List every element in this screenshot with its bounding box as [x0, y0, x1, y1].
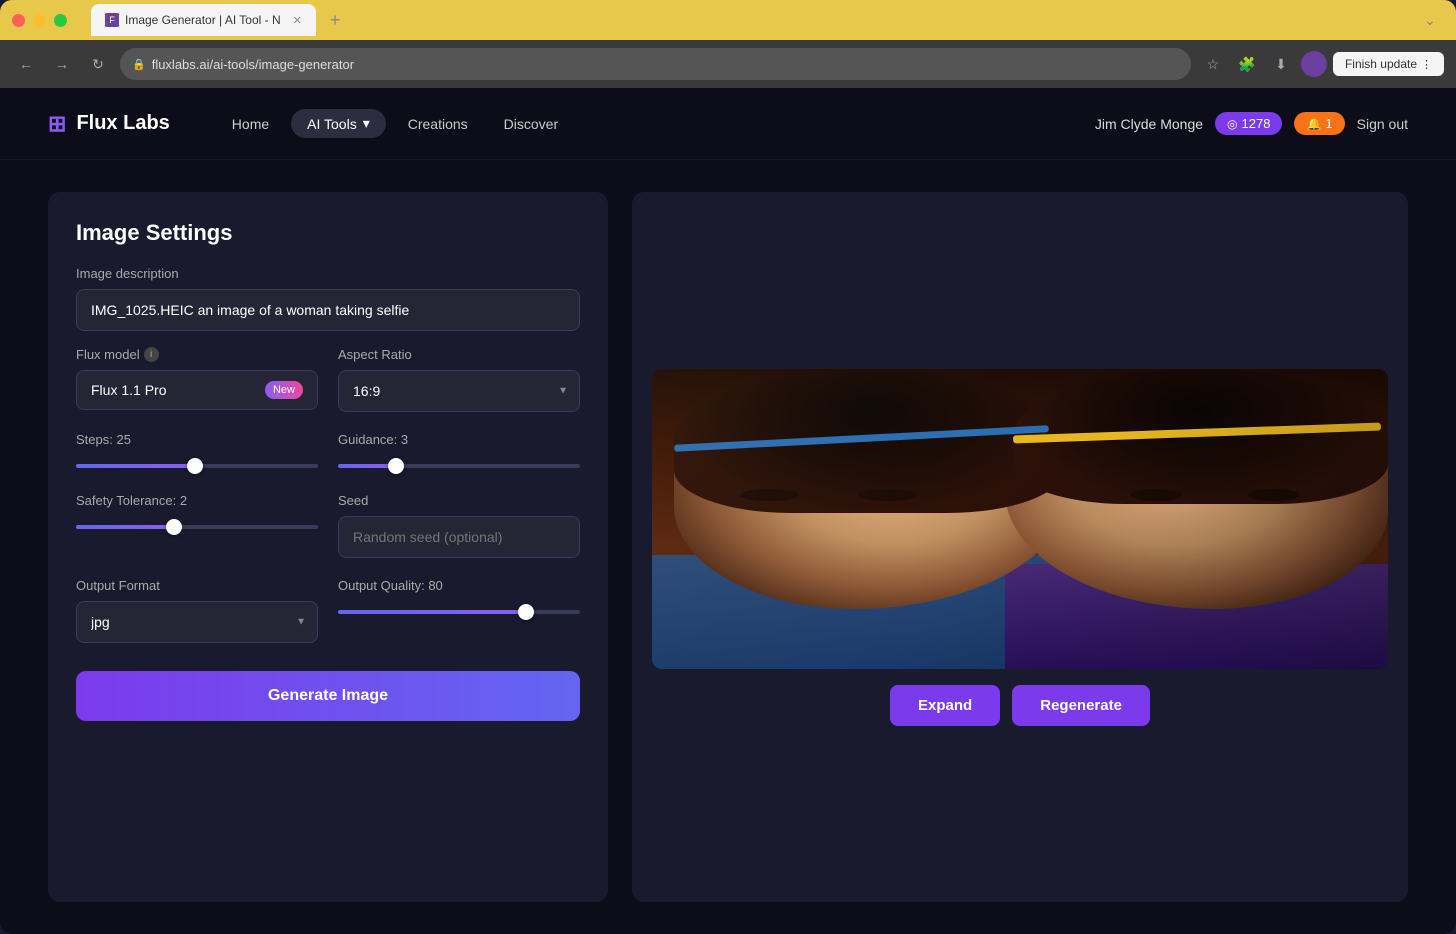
forward-button[interactable]: → — [48, 50, 76, 78]
notifications-badge[interactable]: 🔔 1 — [1294, 112, 1344, 135]
guidance-label: Guidance: 3 — [338, 432, 580, 447]
regenerate-button[interactable]: Regenerate — [1012, 685, 1150, 726]
new-tab-button[interactable]: + — [330, 10, 341, 31]
steps-label: Steps: 25 — [76, 432, 318, 447]
generate-button[interactable]: Generate Image — [76, 671, 580, 721]
logo: ⊞ Flux Labs — [48, 111, 170, 137]
bookmark-button[interactable]: ☆ — [1199, 50, 1227, 78]
profile-avatar[interactable] — [1301, 51, 1327, 77]
flux-model-group: Flux model i Flux 1.1 Pro New — [76, 347, 318, 412]
nav-link-home[interactable]: Home — [218, 110, 283, 138]
address-text: fluxlabs.ai/ai-tools/image-generator — [152, 57, 354, 72]
address-bar[interactable]: 🔒 fluxlabs.ai/ai-tools/image-generator — [120, 48, 1191, 80]
logo-icon: ⊞ — [48, 111, 66, 137]
output-quality-slider[interactable] — [338, 610, 580, 614]
description-group: Image description — [76, 266, 580, 331]
sign-out-link[interactable]: Sign out — [1357, 116, 1408, 132]
ai-tools-chevron-icon: ▾ — [363, 115, 370, 132]
lighting-overlay — [652, 369, 1388, 669]
aspect-ratio-select-wrapper: 16:9 1:1 4:3 9:16 3:2 — [338, 370, 580, 412]
model-ratio-row: Flux model i Flux 1.1 Pro New Aspect Rat… — [76, 347, 580, 412]
seed-group: Seed — [338, 493, 580, 558]
nav-link-discover[interactable]: Discover — [490, 110, 572, 138]
output-format-group: Output Format jpg png webp — [76, 578, 318, 643]
flux-model-select[interactable]: Flux 1.1 Pro New — [76, 370, 318, 410]
seed-label: Seed — [338, 493, 580, 508]
finish-update-button[interactable]: Finish update ⋮ — [1333, 52, 1444, 76]
logo-text: Flux Labs — [76, 112, 169, 135]
image-faces-bg — [652, 369, 1388, 669]
format-quality-row: Output Format jpg png webp Output Qualit… — [76, 578, 580, 643]
info-icon[interactable]: i — [144, 347, 159, 362]
ai-tools-label: AI Tools — [307, 116, 357, 132]
panel-title: Image Settings — [76, 220, 580, 246]
aspect-ratio-group: Aspect Ratio 16:9 1:1 4:3 9:16 3:2 — [338, 347, 580, 412]
guidance-slider[interactable] — [338, 464, 580, 468]
close-traffic-light[interactable] — [12, 14, 25, 27]
safety-label: Safety Tolerance: 2 — [76, 493, 318, 508]
output-quality-group: Output Quality: 80 — [338, 578, 580, 643]
toolbar-actions: ☆ 🧩 ⬇ Finish update ⋮ — [1199, 50, 1444, 78]
new-badge: New — [265, 381, 303, 399]
safety-group: Safety Tolerance: 2 — [76, 493, 318, 558]
nav-right: Jim Clyde Monge ◎ 1278 🔔 1 Sign out — [1095, 112, 1408, 135]
tab-favicon-icon: F — [105, 13, 119, 27]
user-name: Jim Clyde Monge — [1095, 116, 1203, 132]
browser-tab[interactable]: F Image Generator | AI Tool - N ✕ — [91, 4, 316, 36]
safety-seed-row: Safety Tolerance: 2 Seed — [76, 493, 580, 558]
tab-close-icon[interactable]: ✕ — [293, 14, 302, 27]
output-quality-label: Output Quality: 80 — [338, 578, 580, 593]
app-content: ⊞ Flux Labs Home AI Tools ▾ Creations Di… — [0, 88, 1456, 934]
output-format-select[interactable]: jpg png webp — [76, 601, 318, 643]
generated-image — [652, 369, 1388, 669]
tab-title: Image Generator | AI Tool - N — [125, 13, 281, 27]
image-actions: Expand Regenerate — [890, 685, 1150, 726]
lock-icon: 🔒 — [132, 58, 146, 71]
image-panel: Expand Regenerate — [632, 192, 1408, 902]
main-content: Image Settings Image description Flux mo… — [0, 160, 1456, 934]
guidance-group: Guidance: 3 — [338, 432, 580, 473]
flux-model-value: Flux 1.1 Pro — [91, 382, 166, 398]
finish-update-menu-icon: ⋮ — [1421, 58, 1432, 71]
expand-button[interactable]: Expand — [890, 685, 1000, 726]
nav-links: Home AI Tools ▾ Creations Discover — [218, 109, 1095, 138]
back-button[interactable]: ← — [12, 50, 40, 78]
description-input[interactable] — [76, 289, 580, 331]
settings-panel: Image Settings Image description Flux mo… — [48, 192, 608, 902]
steps-guidance-row: Steps: 25 Guidance: 3 — [76, 432, 580, 473]
maximize-traffic-light[interactable] — [54, 14, 67, 27]
safety-slider[interactable] — [76, 525, 318, 529]
flux-model-label: Flux model i — [76, 347, 318, 362]
output-format-select-wrapper: jpg png webp — [76, 601, 318, 643]
credits-badge: ◎ 1278 — [1215, 112, 1282, 135]
finish-update-label: Finish update — [1345, 57, 1417, 71]
steps-group: Steps: 25 — [76, 432, 318, 473]
aspect-ratio-label: Aspect Ratio — [338, 347, 580, 362]
nav-link-creations[interactable]: Creations — [394, 110, 482, 138]
credits-icon: ◎ — [1227, 117, 1237, 131]
notification-count: 1 — [1325, 116, 1332, 131]
extensions-button[interactable]: 🧩 — [1233, 50, 1261, 78]
browser-titlebar: F Image Generator | AI Tool - N ✕ + ⌄ — [0, 0, 1456, 40]
aspect-ratio-select[interactable]: 16:9 1:1 4:3 9:16 3:2 — [338, 370, 580, 412]
notification-icon: 🔔 — [1306, 117, 1321, 131]
output-format-label: Output Format — [76, 578, 318, 593]
minimize-traffic-light[interactable] — [33, 14, 46, 27]
description-label: Image description — [76, 266, 580, 281]
chrome-menu-button[interactable]: ⌄ — [1416, 6, 1444, 34]
browser-toolbar: ← → ↻ 🔒 fluxlabs.ai/ai-tools/image-gener… — [0, 40, 1456, 88]
credits-value: 1278 — [1242, 116, 1271, 131]
steps-slider[interactable] — [76, 464, 318, 468]
download-button[interactable]: ⬇ — [1267, 50, 1295, 78]
seed-input[interactable] — [338, 516, 580, 558]
main-navbar: ⊞ Flux Labs Home AI Tools ▾ Creations Di… — [0, 88, 1456, 160]
reload-button[interactable]: ↻ — [84, 50, 112, 78]
nav-link-ai-tools[interactable]: AI Tools ▾ — [291, 109, 386, 138]
browser-window: F Image Generator | AI Tool - N ✕ + ⌄ ← … — [0, 0, 1456, 934]
